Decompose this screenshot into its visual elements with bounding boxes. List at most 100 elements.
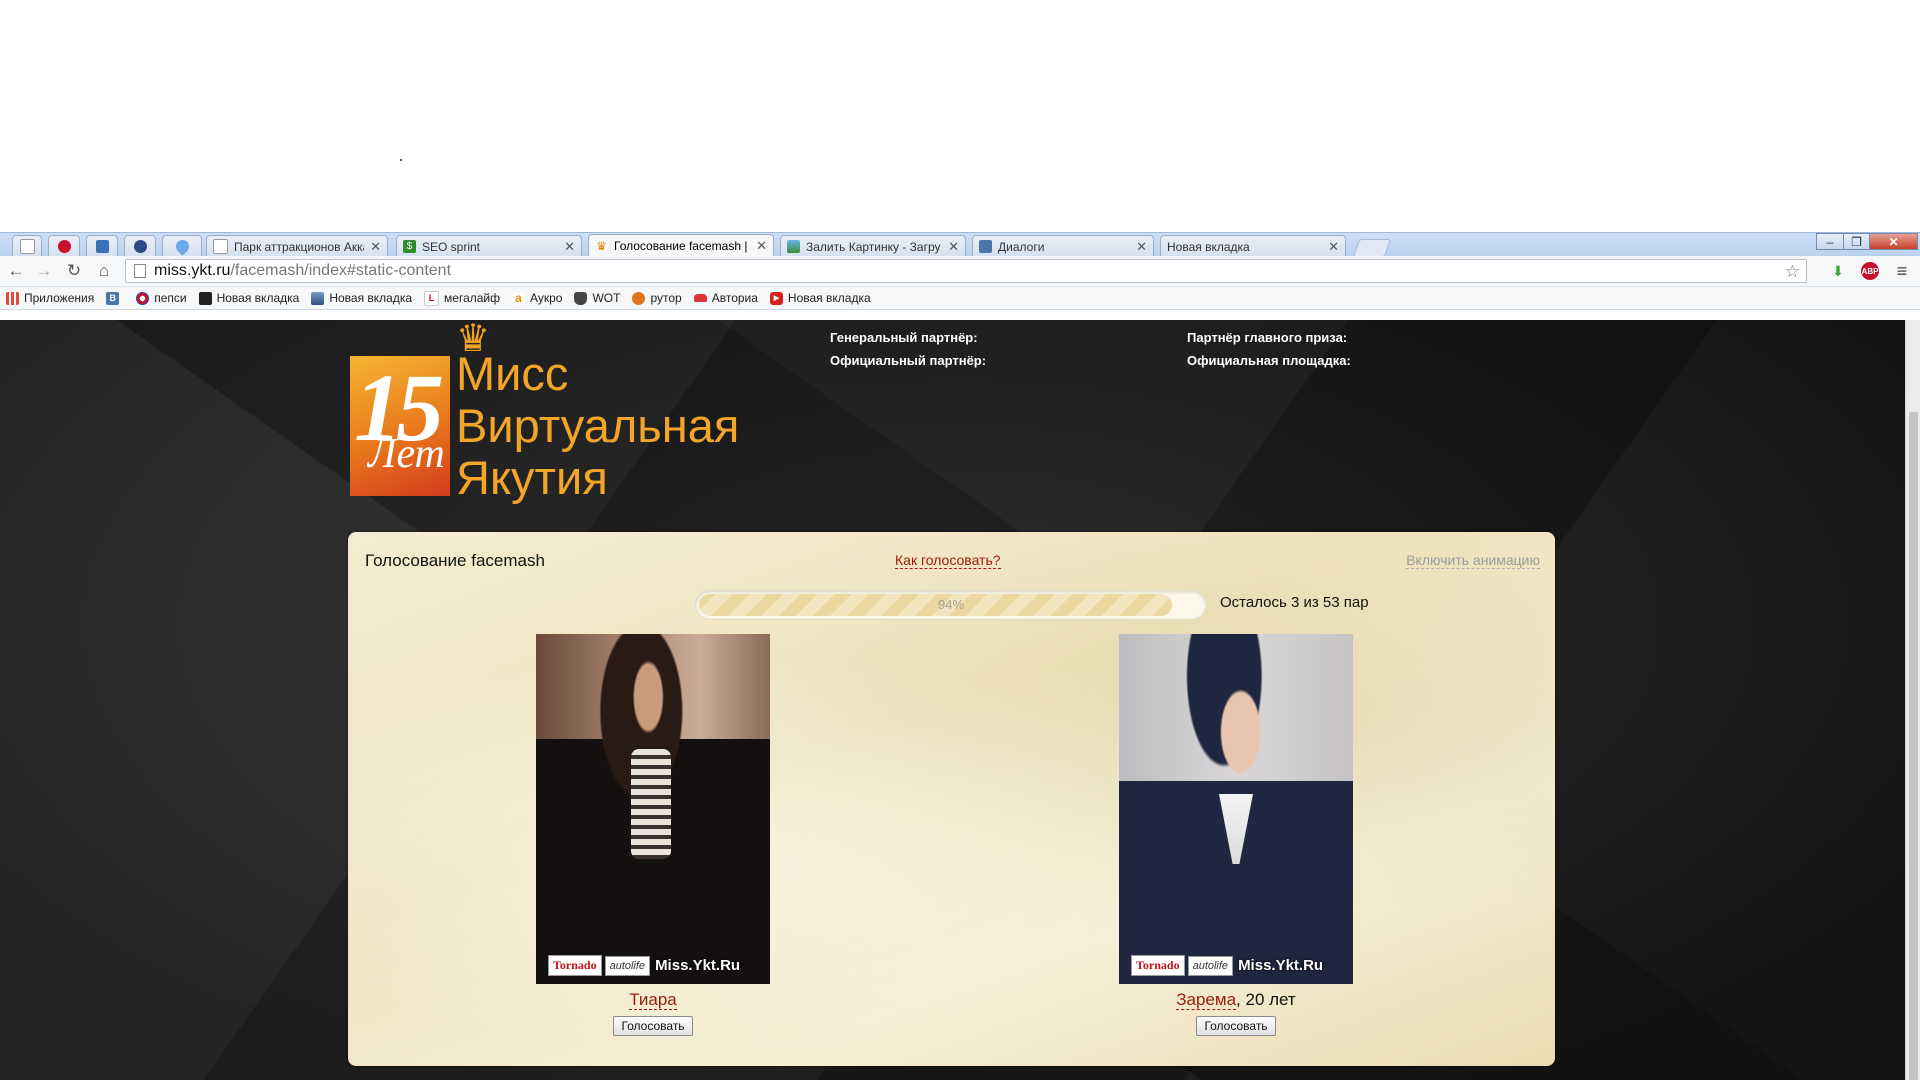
folder-icon [198, 291, 212, 305]
contestant-right: Tornado autolife Miss.Ykt.Ru Зарема, 20 … [1118, 634, 1354, 1036]
crown-icon: ♛ [596, 238, 607, 253]
page-icon [19, 239, 35, 254]
minimize-button[interactable]: – [1816, 233, 1844, 250]
enable-animation-link[interactable]: Включить анимацию [1406, 552, 1540, 569]
menu-icon[interactable]: ≡ [1893, 261, 1911, 281]
contestant-name-link[interactable]: Зарема [1176, 990, 1237, 1010]
contestant-name-line: Тиара [535, 990, 771, 1010]
bookmark-vk[interactable]: В [106, 291, 124, 305]
close-window-button[interactable]: ✕ [1869, 233, 1918, 250]
panel-title: Голосование facemash [365, 551, 545, 570]
close-icon[interactable]: ✕ [370, 239, 381, 255]
logo-text: Мисс Виртуальная Якутия [456, 347, 740, 504]
pepsi-icon [136, 291, 150, 305]
bookmark-apps[interactable]: Приложения [6, 291, 94, 305]
car-icon [693, 294, 707, 302]
bookmark-rutor[interactable]: рутор [632, 291, 682, 305]
tab-new[interactable]: Новая вкладка ✕ [1160, 235, 1346, 257]
close-icon[interactable]: ✕ [756, 238, 767, 254]
shield-icon [95, 240, 109, 253]
site-logo[interactable]: 15 Лет ♛ Мисс Виртуальная Якутия [350, 320, 750, 505]
web-page: 15 Лет ♛ Мисс Виртуальная Якутия Генерал… [0, 320, 1920, 1080]
contestant-age: , 20 лет [1236, 990, 1296, 1009]
main-prize-partner-label: Партнёр главного приза: [1187, 330, 1348, 345]
close-icon[interactable]: ✕ [1328, 239, 1339, 255]
general-partner-label: Генеральный партнёр: [830, 330, 978, 345]
bookmark-megalife[interactable]: Lмегалайф [424, 290, 500, 306]
progress-bar: 94% [695, 590, 1207, 620]
contestant-name-link[interactable]: Тиара [629, 990, 677, 1010]
official-platform-label: Официальная площадка: [1187, 353, 1351, 368]
blank-area [0, 0, 1920, 232]
adblock-icon[interactable]: ABP [1861, 262, 1879, 280]
close-icon[interactable]: ✕ [1136, 239, 1147, 255]
page-icon [213, 239, 228, 254]
forward-icon[interactable]: → [34, 261, 54, 281]
stray-dot [400, 159, 402, 161]
vote-button-right[interactable]: Голосовать [1196, 1016, 1276, 1036]
page-icon [134, 264, 146, 278]
partners-left: Генеральный партнёр: Официальный партнёр… [830, 326, 986, 372]
facemash-panel: Голосование facemash Как голосовать? Вкл… [348, 532, 1555, 1066]
megalife-icon: L [424, 290, 440, 306]
download-icon[interactable]: ⬇ [1829, 262, 1847, 280]
bookmark-youtube[interactable]: ▶ Новая вкладка [769, 291, 871, 305]
vk-icon: В [106, 291, 120, 305]
address-bar[interactable]: miss.ykt.ru/facemash/index#static-conten… [125, 259, 1807, 283]
image-icon [787, 240, 800, 253]
bookmark-star-icon[interactable]: ☆ [1785, 262, 1800, 282]
bookmark-new-tab-2[interactable]: Новая вкладка [311, 291, 412, 305]
tab-facemash[interactable]: ♛ Голосование facemash | ✕ [588, 234, 774, 257]
new-tab-button[interactable] [1352, 239, 1392, 257]
scrollbar-thumb[interactable] [1909, 412, 1918, 1080]
close-icon[interactable]: ✕ [948, 239, 959, 255]
remaining-pairs: Осталось 3 из 53 пар [1220, 594, 1369, 611]
progress-label: 94% [937, 597, 965, 612]
rutor-icon [632, 291, 646, 305]
official-partner-label: Официальный партнёр: [830, 353, 987, 368]
bookmark-aukro[interactable]: a Аукро [512, 291, 562, 305]
aukro-icon: a [512, 291, 525, 305]
close-icon[interactable]: ✕ [564, 239, 575, 255]
tab-pinned-4[interactable] [124, 235, 156, 257]
photo-watermark: Tornado autolife Miss.Ykt.Ru [548, 955, 740, 976]
logo-years: Лет [368, 431, 445, 477]
bookmarks-bar: Приложения В пепси Новая вкладка Новая в… [0, 287, 1920, 310]
vk-icon [979, 240, 992, 253]
toolbar: ← → ↻ ⌂ miss.ykt.ru/facemash/index#stati… [0, 256, 1920, 287]
contestant-photo-right[interactable]: Tornado autolife Miss.Ykt.Ru [1119, 634, 1353, 984]
bookmark-new-tab-1[interactable]: Новая вкладка [198, 291, 299, 305]
apps-icon [6, 291, 19, 305]
home-icon[interactable]: ⌂ [94, 261, 114, 281]
bookmark-wot[interactable]: WOT [574, 291, 620, 305]
maximize-button[interactable]: ❐ [1843, 233, 1870, 250]
vote-button-left[interactable]: Голосовать [613, 1016, 693, 1036]
tab-pinned-2[interactable] [48, 235, 80, 257]
browser-chrome: Парк аттракционов Акка ✕ $ SEO sprint ✕ ♛ Го… [0, 232, 1920, 320]
contestant-photo-left[interactable]: Tornado autolife Miss.Ykt.Ru [536, 634, 770, 984]
partners-right: Партнёр главного приза: Официальная площ… [1187, 326, 1351, 372]
tab-pinned-1[interactable] [12, 235, 42, 257]
photo-watermark: Tornado autolife Miss.Ykt.Ru [1131, 955, 1323, 976]
tab-seo-sprint[interactable]: $ SEO sprint ✕ [396, 235, 582, 257]
bookmark-pepsi[interactable]: пепси [136, 291, 187, 305]
url-host: miss.ykt.ru [154, 262, 231, 279]
bookmark-autoria[interactable]: Авториа [693, 291, 758, 305]
opera-icon [57, 240, 71, 253]
folder-icon [311, 291, 325, 305]
pinterest-icon [133, 240, 147, 253]
heart-icon [172, 237, 192, 256]
tab-park[interactable]: Парк аттракционов Акка ✕ [206, 235, 388, 257]
tab-pinned-3[interactable] [86, 235, 118, 257]
tab-pinned-5[interactable] [162, 235, 202, 257]
necklace-detail [631, 749, 671, 859]
contestant-name-line: Зарема, 20 лет [1118, 990, 1354, 1010]
tab-dialogs[interactable]: Диалоги ✕ [972, 235, 1154, 257]
dollar-icon: $ [403, 240, 416, 253]
reload-icon[interactable]: ↻ [64, 261, 84, 281]
youtube-icon: ▶ [769, 291, 783, 305]
back-icon[interactable]: ← [6, 261, 26, 281]
how-to-vote-link[interactable]: Как голосовать? [895, 552, 1001, 569]
tab-strip: Парк аттракционов Акка ✕ $ SEO sprint ✕ ♛ Го… [0, 232, 1920, 257]
tab-upload-image[interactable]: Залить Картинку - Загру ✕ [780, 235, 966, 257]
